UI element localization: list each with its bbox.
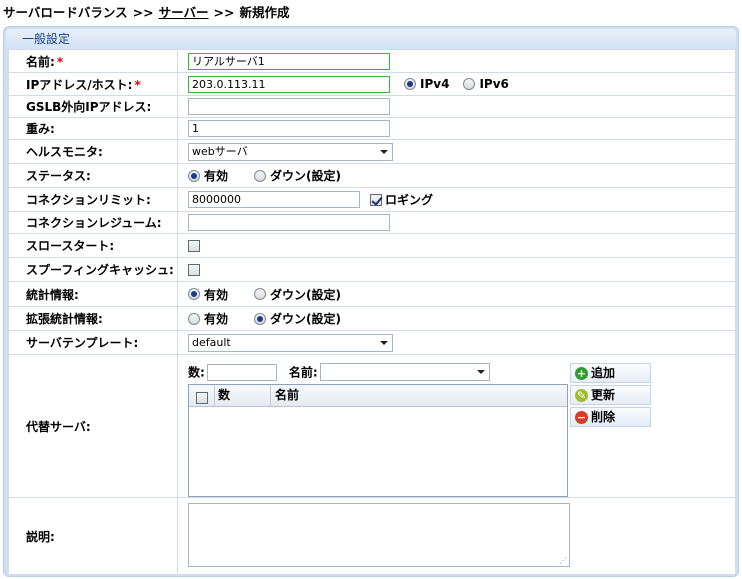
breadcrumb: サーバロードバランス >> サーバー >> 新規作成 (3, 4, 289, 22)
general-settings-panel: 一般設定 名前: * リアルサーバ1 IPアドレス/ホスト: * 203.0.113… (3, 26, 739, 577)
field-label: コネクションリミット: (8, 187, 178, 212)
spoofing-cache-checkbox[interactable] (188, 264, 200, 276)
alt-grid-header: 数 名前 (189, 385, 567, 407)
breadcrumb-separator: >> (132, 5, 154, 20)
field-label: 名前: * (8, 49, 178, 73)
stats-enabled-radio[interactable] (188, 288, 200, 300)
ext-stats-down-radio[interactable] (254, 312, 267, 325)
row-connection-resume: コネクションレジューム: (8, 211, 736, 234)
row-alternate-servers: 代替サーバ: 数: 名前: 数 名前 + 追加 ✎ 更新 − 削除 (8, 354, 736, 498)
chevron-down-icon (380, 340, 388, 345)
field-label: 重み: (8, 117, 178, 140)
health-monitor-select[interactable]: webサーバ (188, 142, 393, 161)
row-server-template: サーバテンプレート: default (8, 330, 736, 355)
field-label: スプーフィングキャッシュ: (8, 257, 178, 282)
resize-grip-icon[interactable]: ⋰ (559, 557, 567, 565)
alt-number-input[interactable] (206, 363, 277, 381)
settings-form: 名前: * リアルサーバ1 IPアドレス/ホスト: * 203.0.113.11 IP… (8, 49, 736, 575)
field-label: IPアドレス/ホスト: * (8, 72, 178, 96)
gslb-ip-input[interactable] (188, 98, 390, 115)
ipv4-radio[interactable] (404, 78, 416, 90)
stats-down-label: ダウン(設定) (270, 287, 341, 302)
minus-icon: − (575, 411, 588, 424)
logging-label: ロギング (385, 193, 434, 207)
row-health-monitor: ヘルスモニタ: webサーバ (8, 139, 736, 164)
status-down-radio[interactable] (254, 169, 267, 182)
ext-stats-enabled-label: 有効 (204, 312, 229, 326)
grid-col-name[interactable]: 名前 (271, 385, 567, 406)
alt-name-select[interactable] (319, 363, 490, 381)
stats-enabled-label: 有効 (204, 287, 229, 302)
row-weight: 重み: 1 (8, 117, 736, 140)
plus-icon: + (575, 367, 588, 380)
field-label: ヘルスモニタ: (8, 139, 178, 164)
ipv6-label: IPv6 (479, 77, 509, 91)
field-label: 統計情報: (8, 281, 178, 307)
grid-col-number[interactable]: 数 (215, 385, 271, 406)
status-enabled-label: 有効 (204, 169, 229, 183)
chevron-down-icon (380, 149, 388, 154)
name-input[interactable]: リアルサーバ1 (188, 52, 390, 70)
status-enabled-radio[interactable] (188, 169, 200, 182)
connection-resume-input[interactable] (188, 214, 390, 231)
row-statistics: 統計情報: 有効 ダウン(設定) (8, 281, 736, 307)
breadcrumb-separator: >> (213, 5, 235, 20)
breadcrumb-link-server[interactable]: サーバー (159, 5, 209, 20)
weight-input[interactable]: 1 (188, 120, 390, 137)
slow-start-checkbox[interactable] (188, 240, 200, 252)
alt-server-grid: 数 名前 (188, 384, 568, 497)
field-label: サーバテンプレート: (8, 330, 178, 355)
status-down-label: ダウン(設定) (270, 169, 341, 183)
row-gslb: GSLB外向IPアドレス: (8, 95, 736, 118)
ipv6-radio[interactable] (463, 78, 476, 90)
panel-title: 一般設定 (6, 29, 736, 49)
chevron-down-icon (476, 370, 485, 374)
logging-checkbox[interactable] (370, 193, 382, 206)
description-textarea[interactable]: ⋰ (188, 503, 570, 567)
row-spoofing-cache: スプーフィングキャッシュ: (8, 257, 736, 282)
required-marker: * (134, 77, 141, 92)
ext-stats-down-label: ダウン(設定) (270, 312, 341, 326)
field-label: 説明: (8, 497, 178, 575)
breadcrumb-current: 新規作成 (239, 5, 290, 20)
row-slow-start: スロースタート: (8, 233, 736, 258)
required-marker: * (56, 54, 64, 69)
select-all-checkbox[interactable] (196, 391, 208, 404)
row-name: 名前: * リアルサーバ1 (8, 49, 736, 73)
connection-limit-input[interactable]: 8000000 (188, 191, 360, 208)
alt-number-label: 数: (188, 365, 205, 380)
alt-button-group: + 追加 ✎ 更新 − 削除 (570, 363, 651, 429)
pencil-icon: ✎ (575, 389, 588, 402)
update-button[interactable]: ✎ 更新 (570, 385, 651, 405)
field-label: スロースタート: (8, 233, 178, 258)
row-description: 説明: ⋰ (8, 497, 736, 575)
breadcrumb-root: サーバロードバランス (3, 5, 128, 20)
row-ip: IPアドレス/ホスト: * 203.0.113.11 IPv4 IPv6 (8, 72, 736, 96)
row-status: ステータス: 有効 ダウン(設定) (8, 163, 736, 188)
row-extended-statistics: 拡張統計情報: 有効 ダウン(設定) (8, 306, 736, 331)
ipv4-label: IPv4 (420, 77, 450, 91)
alt-name-label: 名前: (288, 365, 318, 380)
field-label: 拡張統計情報: (8, 306, 178, 331)
ext-stats-enabled-radio[interactable] (188, 312, 200, 325)
field-label: コネクションレジューム: (8, 211, 178, 234)
field-label: GSLB外向IPアドレス: (8, 95, 178, 118)
delete-button[interactable]: − 削除 (570, 407, 651, 427)
server-template-select[interactable]: default (188, 333, 393, 352)
field-label: 代替サーバ: (8, 354, 178, 498)
add-button[interactable]: + 追加 (570, 363, 651, 383)
field-label: ステータス: (8, 163, 178, 188)
stats-down-radio[interactable] (254, 288, 267, 300)
ip-address-input[interactable]: 203.0.113.11 (188, 75, 390, 93)
row-connection-limit: コネクションリミット: 8000000 ロギング (8, 187, 736, 212)
